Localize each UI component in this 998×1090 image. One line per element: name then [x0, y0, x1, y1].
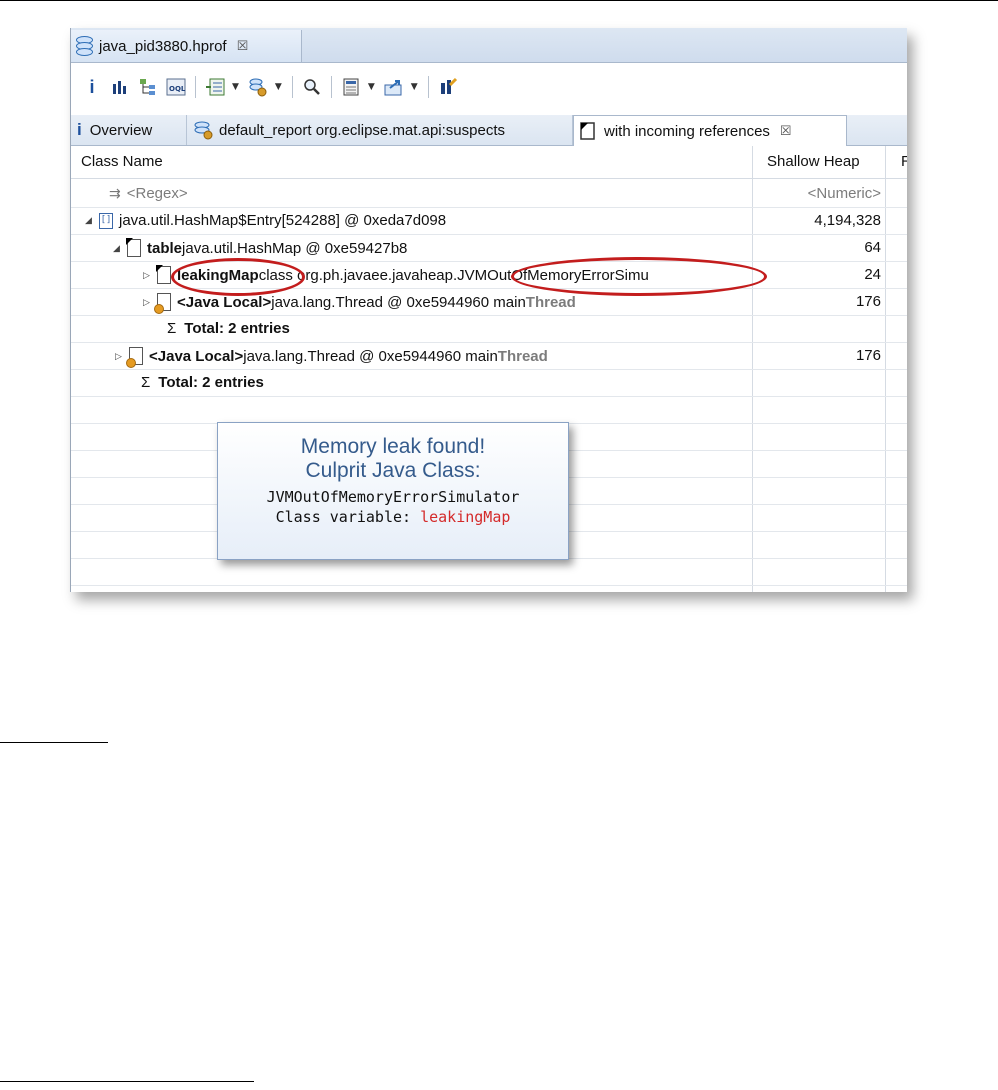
chevron-down-icon[interactable]: ▼	[232, 82, 239, 92]
close-icon[interactable]: ☒	[780, 123, 792, 139]
heap-dump-acquire-icon[interactable]	[437, 76, 459, 98]
row-object-name: java.lang.Thread @ 0xe5944960 main	[243, 347, 498, 365]
highlight-ellipse-leakingmap	[171, 258, 305, 296]
tab-incoming-references-label: with incoming references	[604, 122, 770, 140]
thread-overview-icon[interactable]	[204, 76, 226, 98]
row-thread-tag: Thread	[525, 293, 576, 311]
editor-tab-label: java_pid3880.hprof	[99, 37, 227, 55]
toolbar-separator	[195, 76, 196, 98]
row-object-name: java.lang.Thread @ 0xe5944960 main	[271, 293, 526, 311]
table-row[interactable]: ◢ table java.util.HashMap @ 0xe59427b8 6…	[71, 235, 907, 262]
tab-default-report-label: default_report org.eclipse.mat.api:suspe…	[219, 121, 505, 139]
info-icon: i	[77, 120, 82, 139]
table-row-total: Σ Total: 2 entries	[71, 370, 907, 397]
tree-collapsed-icon[interactable]: ▷	[143, 270, 157, 281]
row-shallow-heap: 176	[855, 293, 881, 310]
filter-arrow-icon: ⇉	[109, 185, 121, 201]
toolbar-separator	[427, 76, 429, 98]
row-shallow-heap: 4,194,328	[814, 212, 881, 229]
heap-dump-db-icon	[75, 36, 93, 56]
top-page-rule	[0, 0, 998, 1]
chevron-down-icon[interactable]: ▼	[368, 82, 375, 92]
table-header: Class Name Shallow Heap R	[71, 146, 907, 179]
row-thread-tag: Thread	[497, 347, 548, 365]
numeric-filter-input[interactable]: <Numeric>	[808, 185, 881, 202]
query-result-icon	[580, 122, 595, 140]
search-icon[interactable]	[301, 76, 323, 98]
callout-class-variable: Class variable: leakingMap	[218, 507, 568, 527]
document-underline-rule	[0, 742, 108, 743]
oql-icon[interactable]: OQL	[165, 76, 187, 98]
row-shallow-heap: 24	[864, 266, 881, 283]
dominator-tree-icon[interactable]	[137, 76, 159, 98]
memory-leak-callout: Memory leak found! Culprit Java Class: J…	[217, 422, 569, 560]
close-icon[interactable]: ☒	[237, 39, 249, 54]
row-total-label: Total: 2 entries	[184, 320, 290, 337]
toolbar-separator	[330, 76, 332, 98]
report-db-icon	[194, 121, 213, 140]
editor-tab-hprof[interactable]: java_pid3880.hprof ☒	[71, 30, 302, 62]
callout-title: Memory leak found!	[300, 435, 486, 458]
chevron-down-icon[interactable]: ▼	[411, 82, 418, 92]
callout-variable-value: leakingMap	[420, 508, 511, 526]
row-object-name: java.util.HashMap @ 0xe59427b8	[182, 239, 408, 257]
tab-default-report[interactable]: default_report org.eclipse.mat.api:suspe…	[187, 115, 573, 145]
thread-object-icon	[126, 347, 143, 368]
calculator-icon[interactable]	[340, 76, 362, 98]
callout-subtitle: Culprit Java Class:	[305, 459, 481, 482]
row-field-name: <Java Local>	[177, 293, 272, 311]
array-object-icon: []	[99, 212, 113, 229]
overview-info-icon[interactable]: i	[81, 76, 103, 98]
result-tabs: i Overview default_report org.eclipse.ma…	[71, 115, 907, 146]
export-icon[interactable]	[383, 76, 405, 98]
column-class-name[interactable]: Class Name	[81, 153, 163, 170]
row-field-name: table	[147, 239, 183, 257]
tab-overview[interactable]: i Overview	[71, 115, 187, 145]
tree-expanded-icon[interactable]: ◢	[85, 215, 99, 226]
table-row-empty	[71, 397, 907, 424]
row-total-label: Total: 2 entries	[158, 374, 264, 391]
row-object-name: java.util.HashMap$Entry[524288] @ 0xeda7…	[119, 212, 447, 229]
object-reference-icon	[126, 238, 141, 257]
highlight-ellipse-class-name	[511, 257, 767, 296]
histogram-icon[interactable]	[109, 76, 131, 98]
toolbar-separator	[291, 76, 293, 98]
column-shallow-heap[interactable]: Shallow Heap	[767, 153, 860, 170]
class-reference-icon	[156, 265, 171, 284]
mat-toolbar: i OQL ▼ ▼ ▼ ▼	[71, 63, 907, 111]
editor-tab-bar: java_pid3880.hprof ☒	[71, 28, 907, 63]
tab-incoming-references[interactable]: with incoming references ☒	[573, 115, 847, 146]
table-row[interactable]: ◢ [] java.util.HashMap$Entry[524288] @ 0…	[71, 208, 907, 235]
chevron-down-icon[interactable]: ▼	[275, 82, 282, 92]
document-underline-rule	[0, 1081, 254, 1082]
thread-object-icon	[154, 293, 171, 314]
svg-text:OQL: OQL	[169, 85, 186, 93]
callout-class-name: JVMOutOfMemoryErrorSimulator	[266, 488, 520, 506]
table-row-regex-filter[interactable]: ⇉ <Regex> <Numeric>	[71, 181, 907, 208]
sum-icon: Σ	[141, 374, 151, 391]
column-retained-heap[interactable]: R	[901, 153, 907, 170]
table-row-empty	[71, 559, 907, 586]
row-shallow-heap: 64	[864, 239, 881, 256]
table-row[interactable]: ▷ <Java Local> java.lang.Thread @ 0xe594…	[71, 289, 907, 316]
callout-variable-label: Class variable:	[275, 508, 421, 526]
report-db-gear-icon[interactable]	[247, 76, 269, 98]
row-field-name: <Java Local>	[149, 347, 244, 365]
row-shallow-heap: 176	[855, 347, 881, 364]
tab-overview-label: Overview	[89, 121, 153, 139]
table-row[interactable]: ▷ <Java Local> java.lang.Thread @ 0xe594…	[71, 343, 907, 370]
table-row-total: Σ Total: 2 entries	[71, 316, 907, 343]
sum-icon: Σ	[167, 320, 177, 337]
mat-screenshot: java_pid3880.hprof ☒ i OQL ▼ ▼ ▼ ▼ i Ove…	[70, 28, 907, 592]
tree-expanded-icon[interactable]: ◢	[113, 243, 127, 254]
regex-filter-input[interactable]: <Regex>	[127, 185, 188, 202]
